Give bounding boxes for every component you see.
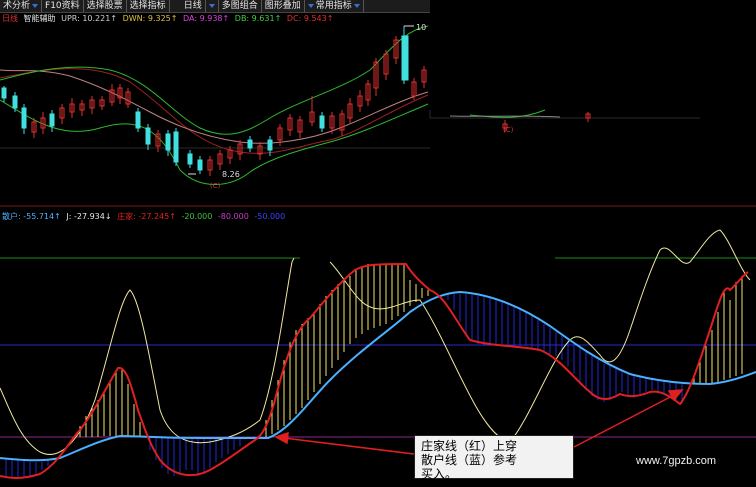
candle — [69, 98, 75, 118]
candles — [1, 26, 591, 176]
candle — [99, 96, 105, 110]
candle — [145, 124, 151, 150]
candle — [1, 86, 7, 102]
annotation-callout: 庄家线（红）上穿 散户线（蓝）参考 买入。 — [414, 435, 574, 481]
candle — [319, 112, 325, 132]
callout-line-2: 散户线（蓝）参考 — [421, 453, 518, 467]
c-marker: (C) — [210, 182, 221, 190]
j-line — [0, 229, 751, 455]
candle — [125, 88, 131, 108]
candle — [197, 156, 203, 174]
candle — [257, 142, 263, 160]
candle — [12, 92, 18, 112]
candle — [207, 156, 213, 176]
candle — [373, 58, 379, 96]
candle — [393, 36, 399, 64]
candle — [109, 84, 115, 106]
stock-chart[interactable]: 10 8.26 (C) (C) — [0, 0, 756, 487]
candle — [49, 110, 55, 132]
candle — [155, 130, 161, 152]
high-price-label: 10 — [416, 23, 426, 32]
candle — [357, 90, 363, 112]
mid-line — [0, 69, 429, 144]
low-price-label: 8.26 — [222, 170, 240, 179]
candle — [339, 110, 345, 136]
candle — [173, 128, 179, 166]
candle — [309, 96, 315, 126]
ma-ext — [449, 115, 561, 118]
candle — [79, 100, 85, 116]
candle — [187, 150, 193, 168]
candle — [135, 108, 141, 132]
callout-line-3: 买入。 — [421, 467, 458, 481]
candle — [21, 104, 27, 134]
candle — [383, 50, 389, 80]
candle — [89, 96, 95, 114]
c-marker-2: (C) — [503, 126, 514, 134]
candle — [287, 114, 293, 136]
top-frame-step — [429, 110, 700, 119]
candle — [217, 150, 223, 170]
candle — [421, 66, 427, 88]
candle — [247, 136, 253, 152]
candle — [297, 116, 303, 138]
candle — [31, 118, 37, 138]
candle — [585, 112, 591, 122]
candle — [117, 84, 123, 104]
callout-line-1: 庄家线（红）上穿 — [421, 439, 518, 453]
candle — [59, 104, 65, 124]
candle — [347, 98, 353, 124]
candle — [237, 140, 243, 160]
watermark: www.7gpzb.com — [636, 455, 717, 467]
candle — [365, 80, 371, 106]
candle — [227, 146, 233, 164]
